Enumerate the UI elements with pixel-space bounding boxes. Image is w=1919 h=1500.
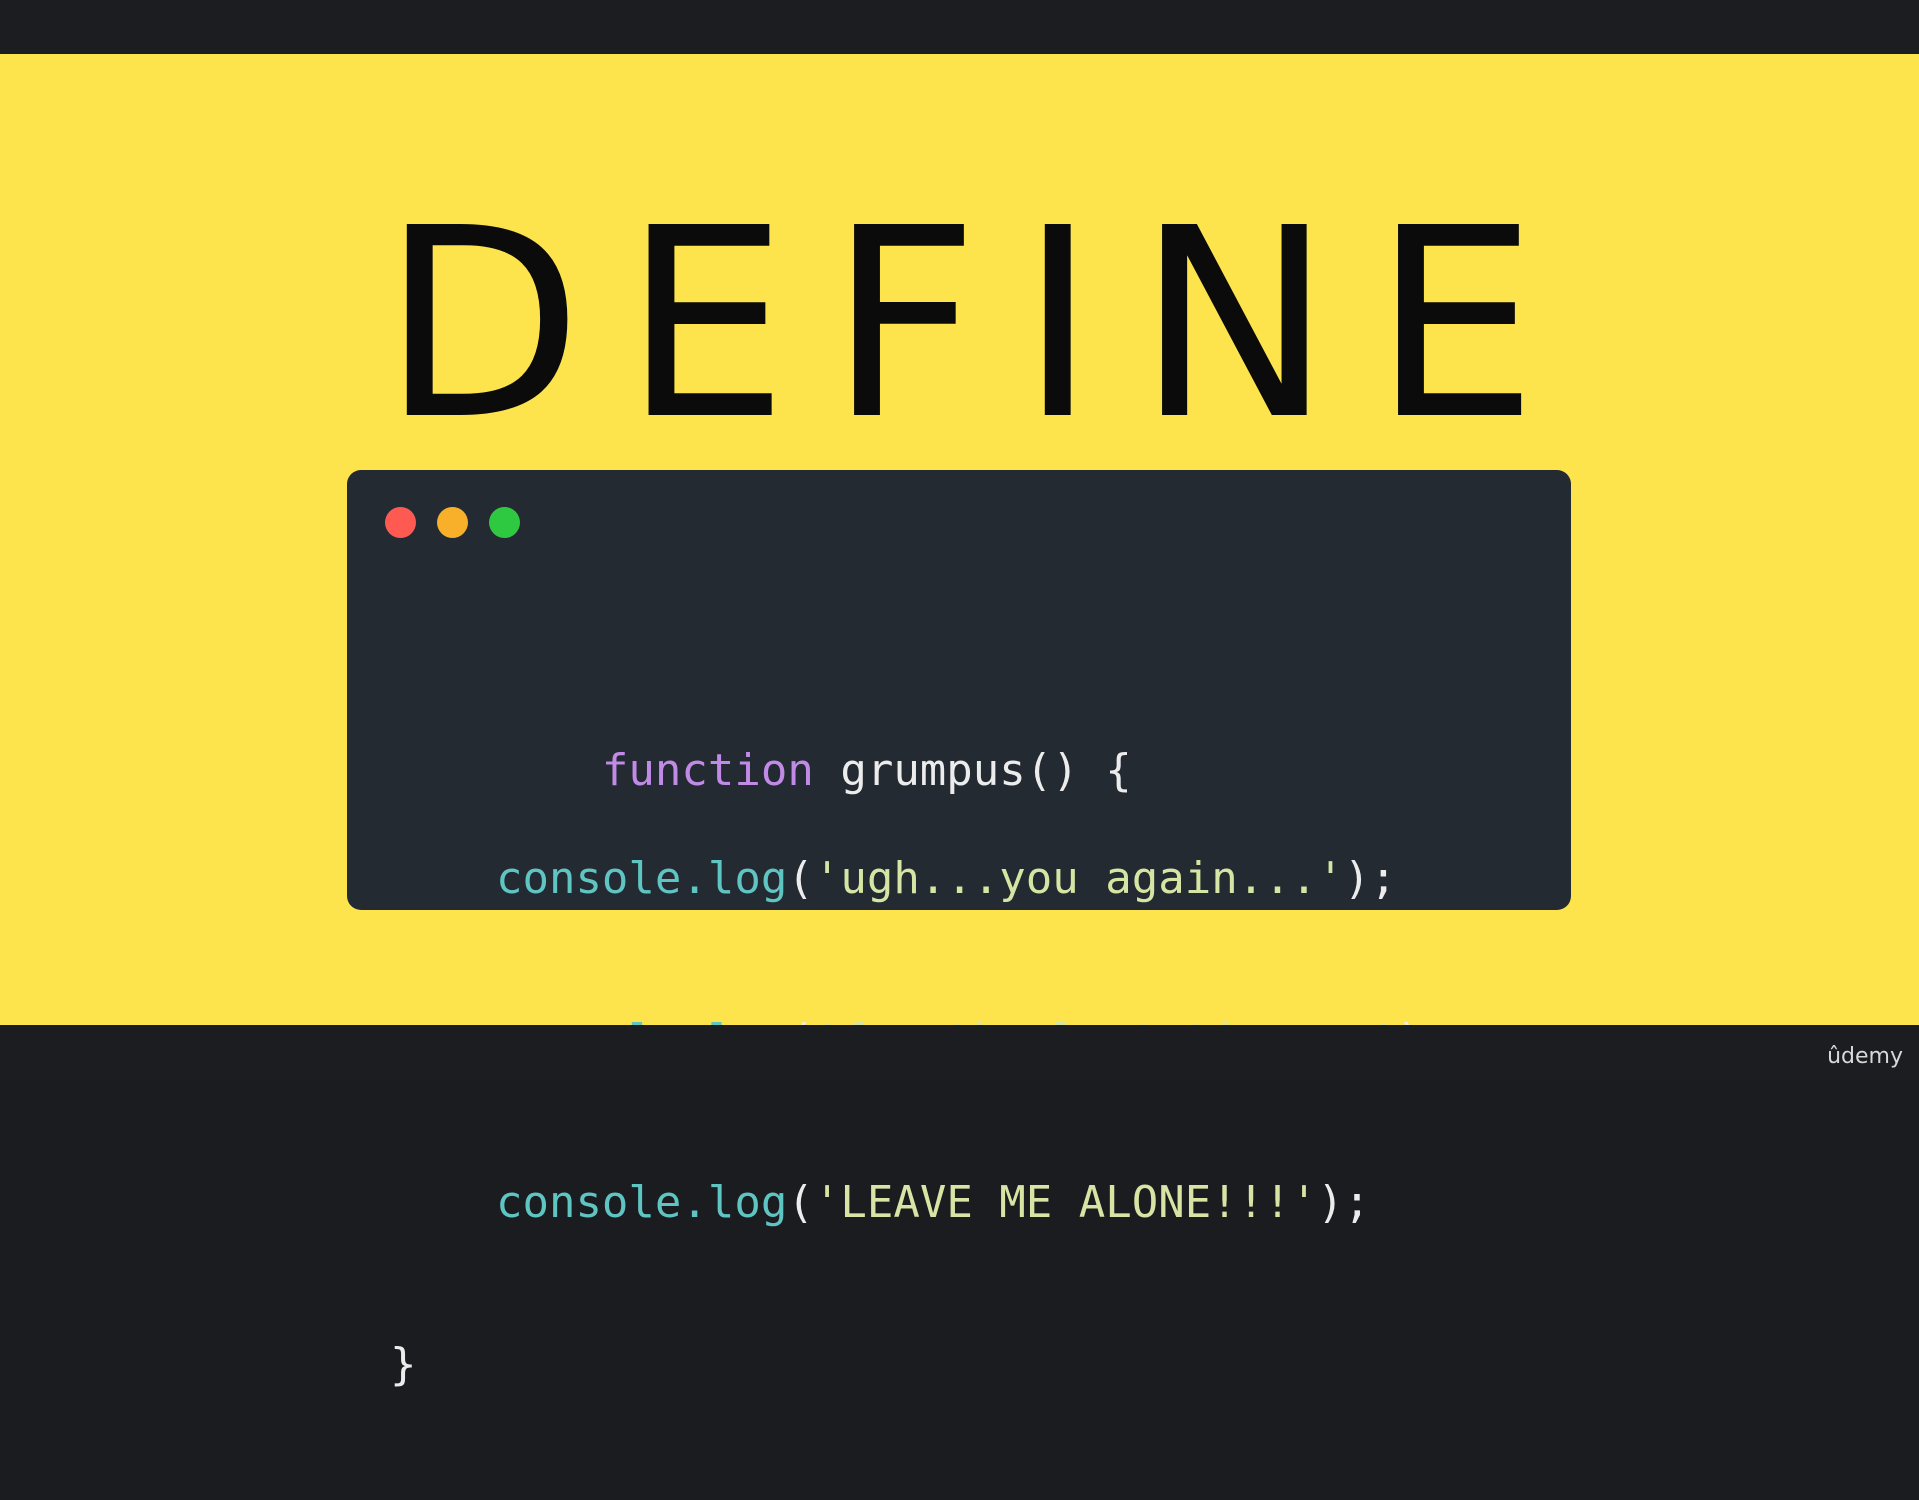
letterbox-top xyxy=(0,0,1919,54)
code-line: console.log('LEAVE ME ALONE!!!'); xyxy=(390,1176,1450,1230)
close-dot-icon xyxy=(385,507,416,538)
zoom-dot-icon xyxy=(489,507,520,538)
code-text: ); xyxy=(1317,1177,1371,1228)
code-text: ); xyxy=(1343,853,1397,904)
code-string: 'ugh...you again...' xyxy=(813,853,1344,904)
code-text: grumpus() { xyxy=(813,745,1132,796)
code-text: ( xyxy=(787,1177,814,1228)
code-line: } xyxy=(390,1338,1450,1392)
code-string: 'LEAVE ME ALONE!!!' xyxy=(813,1177,1318,1228)
lecture-slide: DEFINE function grumpus() { console.log(… xyxy=(0,54,1919,1390)
code-object: console.log xyxy=(495,1177,788,1228)
udemy-watermark: ûdemy xyxy=(1827,1044,1903,1069)
code-object: console.log xyxy=(495,853,788,904)
code-window: function grumpus() { console.log('ugh...… xyxy=(347,470,1571,1390)
code-text: } xyxy=(390,1339,417,1390)
slide-title: DEFINE xyxy=(381,172,1578,477)
code-text: ( xyxy=(787,853,814,904)
code-line: console.log('ugh...you again...'); xyxy=(390,852,1450,906)
minimize-dot-icon xyxy=(437,507,468,538)
code-line: function grumpus() { xyxy=(390,690,1450,796)
letterbox-bottom: ûdemy xyxy=(0,1025,1919,1079)
code-keyword: function xyxy=(601,745,814,796)
